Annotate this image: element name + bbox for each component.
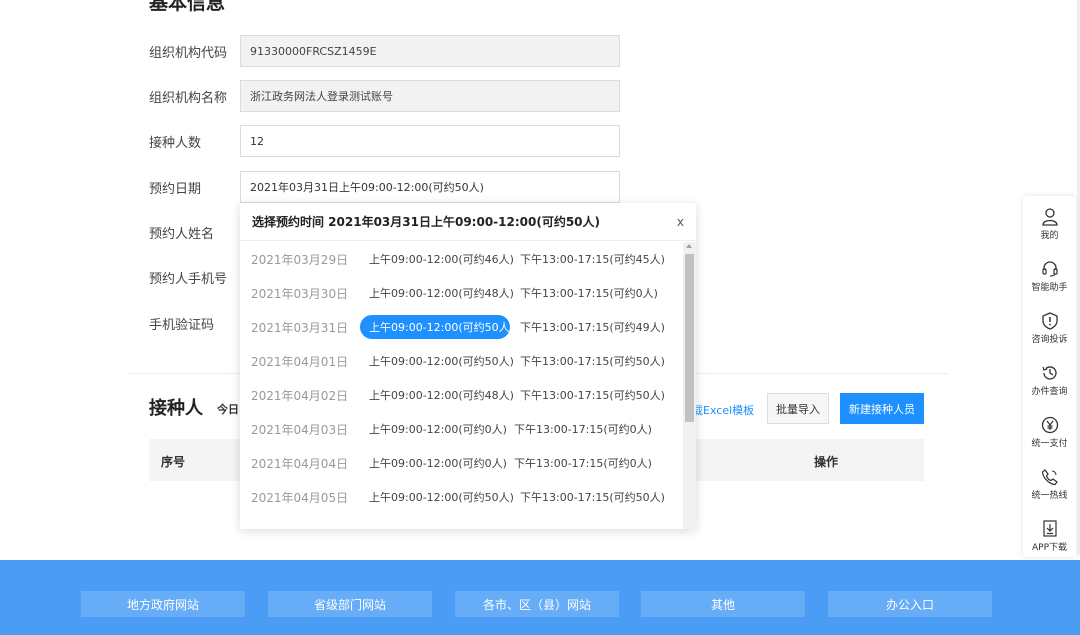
- list-item: 2021年03月31日 上午09:00-12:00(可约50人) 下午13:00…: [240, 310, 683, 344]
- float-label: 统一热线: [1031, 491, 1068, 501]
- float-item-assistant[interactable]: 智能助手: [1023, 254, 1076, 304]
- user-icon: [1041, 208, 1058, 226]
- form-row-org-code: 组织机构代码 91330000FRCSZ1459E: [149, 35, 620, 67]
- pm-slot[interactable]: 下午13:00-17:15(可约50人): [520, 387, 665, 403]
- slot-date: 2021年03月29日: [251, 253, 349, 267]
- float-item-payment[interactable]: 统一支付: [1023, 410, 1076, 460]
- pm-slot[interactable]: 下午13:00-17:15(可约0人): [520, 285, 658, 301]
- pm-slot[interactable]: 下午13:00-17:15(可约50人): [520, 489, 665, 505]
- pm-slot[interactable]: 下午13:00-17:15(可约45人): [520, 251, 665, 267]
- name-label: 预约人姓名: [149, 226, 215, 242]
- excel-template-link[interactable]: 载Excel模板: [692, 402, 754, 418]
- slot-date: 2021年03月31日: [251, 321, 349, 335]
- slot-date: 2021年04月01日: [251, 355, 349, 369]
- form-row-phone: 预约人手机号: [149, 261, 240, 293]
- headset-icon: [1041, 261, 1058, 277]
- org-name-field: 浙江政务网法人登录测试账号: [240, 80, 620, 112]
- float-item-app-download[interactable]: APP下载: [1023, 514, 1076, 564]
- float-label: 智能助手: [1031, 283, 1068, 293]
- count-label: 接种人数: [149, 135, 202, 151]
- date-field[interactable]: 2021年03月31日上午09:00-12:00(可约50人): [240, 171, 620, 203]
- float-item-complaint[interactable]: 咨询投诉: [1023, 306, 1076, 356]
- time-slot-list: 2021年03月29日 上午09:00-12:00(可约46人) 下午13:00…: [240, 242, 683, 514]
- slot-date: 2021年04月03日: [251, 423, 349, 437]
- form-row-name: 预约人姓名: [149, 216, 240, 248]
- column-seq: 序号: [161, 455, 186, 469]
- footer-link-office[interactable]: 办公入口: [828, 591, 992, 617]
- section-title: 基本信息: [149, 0, 226, 14]
- pm-slot[interactable]: 下午13:00-17:15(可约0人): [514, 421, 652, 437]
- form-row-org-name: 组织机构名称 浙江政务网法人登录测试账号: [149, 80, 620, 112]
- list-item: 2021年04月02日 上午09:00-12:00(可约48人) 下午13:00…: [240, 378, 683, 412]
- time-picker-dropdown: 选择预约时间 2021年03月31日上午09:00-12:00(可约50人) x…: [240, 203, 696, 529]
- am-slot[interactable]: 上午09:00-12:00(可约50人): [360, 349, 514, 373]
- dropdown-scrollbar[interactable]: [683, 242, 696, 529]
- phone-icon: [1041, 469, 1058, 486]
- float-label: 统一支付: [1031, 439, 1068, 449]
- date-label: 预约日期: [149, 181, 202, 197]
- time-picker-title: 选择预约时间 2021年03月31日上午09:00-12:00(可约50人): [252, 215, 601, 229]
- am-slot[interactable]: 上午09:00-12:00(可约50人): [360, 485, 514, 509]
- scroll-up-icon[interactable]: [686, 244, 692, 248]
- floating-toolbar: 我的 智能助手 咨询投诉 办件查询 统一支付 统一热线 APP下载: [1023, 196, 1076, 557]
- download-icon: [1042, 520, 1057, 537]
- form-row-count: 接种人数 12: [149, 125, 620, 157]
- new-recipient-button[interactable]: 新建接种人员: [840, 393, 924, 424]
- scrollbar-thumb[interactable]: [685, 254, 694, 422]
- phone-label: 预约人手机号: [149, 271, 228, 287]
- recipients-subtitle: 今日: [217, 403, 239, 416]
- slot-date: 2021年04月05日: [251, 491, 349, 505]
- org-name-label: 组织机构名称: [149, 90, 228, 106]
- org-code-label: 组织机构代码: [149, 45, 228, 61]
- footer-link-provincial[interactable]: 省级部门网站: [268, 591, 432, 617]
- column-action: 操作: [814, 455, 839, 469]
- am-slot[interactable]: 上午09:00-12:00(可约48人): [360, 281, 514, 305]
- footer-link-other[interactable]: 其他: [641, 591, 805, 617]
- float-label: 办件查询: [1031, 387, 1068, 397]
- am-slot[interactable]: 上午09:00-12:00(可约0人): [360, 451, 510, 475]
- recipients-title: 接种人: [149, 398, 203, 419]
- pm-slot[interactable]: 下午13:00-17:15(可约50人): [520, 353, 665, 369]
- org-code-field: 91330000FRCSZ1459E: [240, 35, 620, 67]
- form-row-date: 预约日期 2021年03月31日上午09:00-12:00(可约50人): [149, 171, 620, 203]
- float-label: 我的: [1040, 231, 1059, 241]
- yuan-icon: [1041, 416, 1058, 434]
- batch-import-button[interactable]: 批量导入: [767, 393, 829, 424]
- form-row-code: 手机验证码: [149, 307, 240, 339]
- page: 基本信息 组织机构代码 91330000FRCSZ1459E 组织机构名称 浙江…: [0, 0, 1080, 635]
- code-label: 手机验证码: [149, 317, 215, 333]
- am-slot[interactable]: 上午09:00-12:00(可约46人): [360, 247, 514, 271]
- list-item: 2021年03月30日 上午09:00-12:00(可约48人) 下午13:00…: [240, 276, 683, 310]
- list-item: 2021年03月29日 上午09:00-12:00(可约46人) 下午13:00…: [240, 242, 683, 276]
- shield-alert-icon: [1041, 312, 1058, 330]
- footer-link-cities[interactable]: 各市、区（县）网站: [455, 591, 619, 617]
- float-label: 咨询投诉: [1031, 335, 1068, 345]
- am-slot-selected[interactable]: 上午09:00-12:00(可约50人): [360, 315, 514, 339]
- float-label: APP下载: [1031, 543, 1067, 553]
- slot-date: 2021年04月02日: [251, 389, 349, 403]
- list-item: 2021年04月03日 上午09:00-12:00(可约0人) 下午13:00-…: [240, 412, 683, 446]
- float-item-hotline[interactable]: 统一热线: [1023, 462, 1076, 512]
- float-item-mine[interactable]: 我的: [1023, 202, 1076, 252]
- am-slot[interactable]: 上午09:00-12:00(可约48人): [360, 383, 514, 407]
- history-icon: [1041, 366, 1057, 380]
- footer: 地方政府网站 省级部门网站 各市、区（县）网站 其他 办公入口: [0, 560, 1080, 635]
- list-item: 2021年04月04日 上午09:00-12:00(可约0人) 下午13:00-…: [240, 446, 683, 480]
- list-item: 2021年04月01日 上午09:00-12:00(可约50人) 下午13:00…: [240, 344, 683, 378]
- time-picker-header: 选择预约时间 2021年03月31日上午09:00-12:00(可约50人) x: [240, 203, 696, 241]
- pm-slot[interactable]: 下午13:00-17:15(可约0人): [514, 455, 652, 471]
- count-field[interactable]: 12: [240, 125, 620, 157]
- list-item: 2021年04月05日 上午09:00-12:00(可约50人) 下午13:00…: [240, 480, 683, 514]
- pm-slot[interactable]: 下午13:00-17:15(可约49人): [520, 319, 665, 335]
- slot-date: 2021年03月30日: [251, 287, 349, 301]
- am-slot[interactable]: 上午09:00-12:00(可约0人): [360, 417, 510, 441]
- slot-date: 2021年04月04日: [251, 457, 349, 471]
- close-icon[interactable]: x: [677, 215, 684, 229]
- float-item-query[interactable]: 办件查询: [1023, 358, 1076, 408]
- footer-link-local-gov[interactable]: 地方政府网站: [81, 591, 245, 617]
